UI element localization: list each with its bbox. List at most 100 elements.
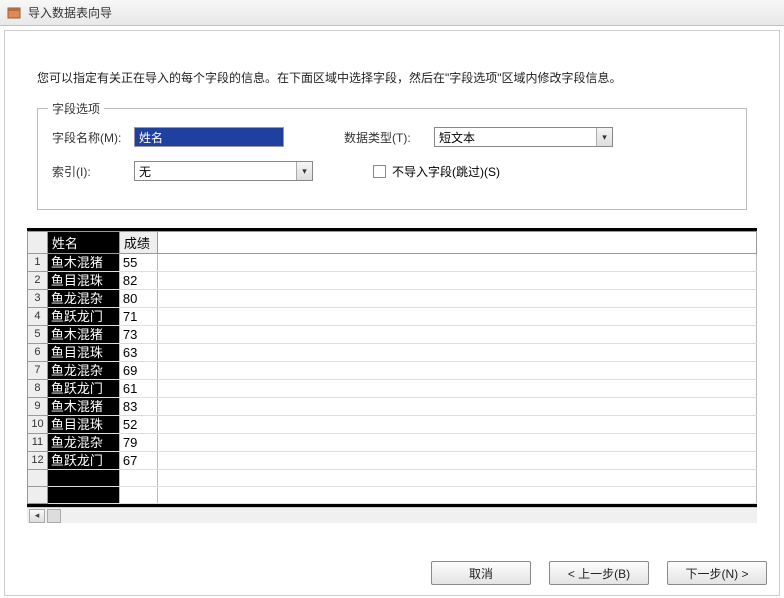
row-number: 11 <box>28 434 48 452</box>
table-row[interactable]: 4鱼跃龙门71 <box>28 308 757 326</box>
cell-blank <box>157 487 756 504</box>
cell-score[interactable]: 73 <box>119 326 157 344</box>
table-row[interactable]: 12鱼跃龙门67 <box>28 452 757 470</box>
table-row[interactable]: 11鱼龙混杂79 <box>28 434 757 452</box>
cell-blank <box>157 452 756 470</box>
cell-score <box>119 470 157 487</box>
row-number: 9 <box>28 398 48 416</box>
horizontal-scrollbar[interactable]: ◂ <box>27 507 757 523</box>
cell-name[interactable]: 鱼目混珠 <box>47 416 119 434</box>
cell-blank <box>157 398 756 416</box>
data-type-select[interactable] <box>434 127 613 147</box>
cancel-button[interactable]: 取消 <box>431 561 531 585</box>
field-name-input[interactable] <box>134 127 284 147</box>
table-row[interactable]: 10鱼目混珠52 <box>28 416 757 434</box>
titlebar: 导入数据表向导 <box>0 0 784 26</box>
cell-score[interactable]: 63 <box>119 344 157 362</box>
table-row-empty <box>28 470 757 487</box>
cell-score[interactable]: 80 <box>119 290 157 308</box>
cell-blank <box>157 470 756 487</box>
preview-grid: 姓名 成绩 1鱼木混猪552鱼目混珠823鱼龙混杂804鱼跃龙门715鱼木混猪7… <box>27 228 757 507</box>
cell-blank <box>157 308 756 326</box>
table-row[interactable]: 6鱼目混珠63 <box>28 344 757 362</box>
cell-blank <box>157 380 756 398</box>
row-fieldname-datatype: 字段名称(M): 数据类型(T): ▾ <box>52 127 732 147</box>
cell-name[interactable]: 鱼龙混杂 <box>47 290 119 308</box>
row-index-skip: 索引(I): ▾ 不导入字段(跳过)(S) <box>52 161 732 181</box>
data-type-select-wrap[interactable]: ▾ <box>434 127 613 147</box>
row-number: 3 <box>28 290 48 308</box>
table-row[interactable]: 9鱼木混猪83 <box>28 398 757 416</box>
table-row[interactable]: 5鱼木混猪73 <box>28 326 757 344</box>
row-number: 8 <box>28 380 48 398</box>
rowhead-corner <box>28 232 48 254</box>
cell-blank <box>157 416 756 434</box>
cell-blank <box>157 434 756 452</box>
table-row[interactable]: 2鱼目混珠82 <box>28 272 757 290</box>
table-row[interactable]: 1鱼木混猪55 <box>28 254 757 272</box>
cell-blank <box>157 344 756 362</box>
wizard-buttons: 取消 < 上一步(B) 下一步(N) > <box>431 561 767 585</box>
field-options-group: 字段选项 字段名称(M): 数据类型(T): ▾ 索引(I): ▾ 不导入字段(… <box>37 108 747 210</box>
row-number: 10 <box>28 416 48 434</box>
row-number: 1 <box>28 254 48 272</box>
skip-field-checkbox[interactable] <box>373 165 386 178</box>
cell-score[interactable]: 83 <box>119 398 157 416</box>
index-select-wrap[interactable]: ▾ <box>134 161 313 181</box>
cell-blank <box>157 290 756 308</box>
row-number: 5 <box>28 326 48 344</box>
app-icon <box>6 5 22 21</box>
index-select[interactable] <box>134 161 313 181</box>
cell-name[interactable]: 鱼跃龙门 <box>47 452 119 470</box>
window-title: 导入数据表向导 <box>28 4 112 21</box>
skip-field-label: 不导入字段(跳过)(S) <box>392 163 500 180</box>
cell-score[interactable]: 67 <box>119 452 157 470</box>
cell-name[interactable]: 鱼跃龙门 <box>47 380 119 398</box>
cell-name[interactable]: 鱼龙混杂 <box>47 434 119 452</box>
cell-score[interactable]: 79 <box>119 434 157 452</box>
next-button[interactable]: 下一步(N) > <box>667 561 767 585</box>
table-row[interactable]: 3鱼龙混杂80 <box>28 290 757 308</box>
field-name-label: 字段名称(M): <box>52 129 124 146</box>
cell-blank <box>157 254 756 272</box>
scroll-thumb[interactable] <box>47 509 61 523</box>
cell-name <box>47 470 119 487</box>
cell-blank <box>157 362 756 380</box>
col-header-name[interactable]: 姓名 <box>47 232 119 254</box>
cell-blank <box>157 326 756 344</box>
table-row[interactable]: 7鱼龙混杂69 <box>28 362 757 380</box>
cell-name[interactable]: 鱼目混珠 <box>47 272 119 290</box>
cell-name[interactable]: 鱼木混猪 <box>47 254 119 272</box>
row-number: 2 <box>28 272 48 290</box>
row-number: 4 <box>28 308 48 326</box>
row-number <box>28 470 48 487</box>
cell-score[interactable]: 61 <box>119 380 157 398</box>
cell-blank <box>157 272 756 290</box>
cell-score <box>119 487 157 504</box>
cell-name[interactable]: 鱼跃龙门 <box>47 308 119 326</box>
instruction-text: 您可以指定有关正在导入的每个字段的信息。在下面区域中选择字段，然后在"字段选项"… <box>37 69 747 86</box>
skip-field-checkbox-wrap[interactable]: 不导入字段(跳过)(S) <box>373 163 500 180</box>
cell-score[interactable]: 52 <box>119 416 157 434</box>
data-table: 姓名 成绩 1鱼木混猪552鱼目混珠823鱼龙混杂804鱼跃龙门715鱼木混猪7… <box>27 231 757 504</box>
cell-name[interactable]: 鱼目混珠 <box>47 344 119 362</box>
row-number: 6 <box>28 344 48 362</box>
wizard-content: 您可以指定有关正在导入的每个字段的信息。在下面区域中选择字段，然后在"字段选项"… <box>4 30 780 596</box>
cell-score[interactable]: 82 <box>119 272 157 290</box>
cell-name[interactable]: 鱼木混猪 <box>47 398 119 416</box>
cell-score[interactable]: 71 <box>119 308 157 326</box>
back-button[interactable]: < 上一步(B) <box>549 561 649 585</box>
row-number <box>28 487 48 504</box>
index-label: 索引(I): <box>52 163 124 180</box>
row-number: 12 <box>28 452 48 470</box>
cell-name[interactable]: 鱼龙混杂 <box>47 362 119 380</box>
table-row[interactable]: 8鱼跃龙门61 <box>28 380 757 398</box>
cell-name[interactable]: 鱼木混猪 <box>47 326 119 344</box>
col-header-score[interactable]: 成绩 <box>119 232 157 254</box>
cell-score[interactable]: 55 <box>119 254 157 272</box>
field-options-legend: 字段选项 <box>48 100 104 117</box>
row-number: 7 <box>28 362 48 380</box>
cell-name <box>47 487 119 504</box>
scroll-left-icon[interactable]: ◂ <box>29 509 45 523</box>
cell-score[interactable]: 69 <box>119 362 157 380</box>
